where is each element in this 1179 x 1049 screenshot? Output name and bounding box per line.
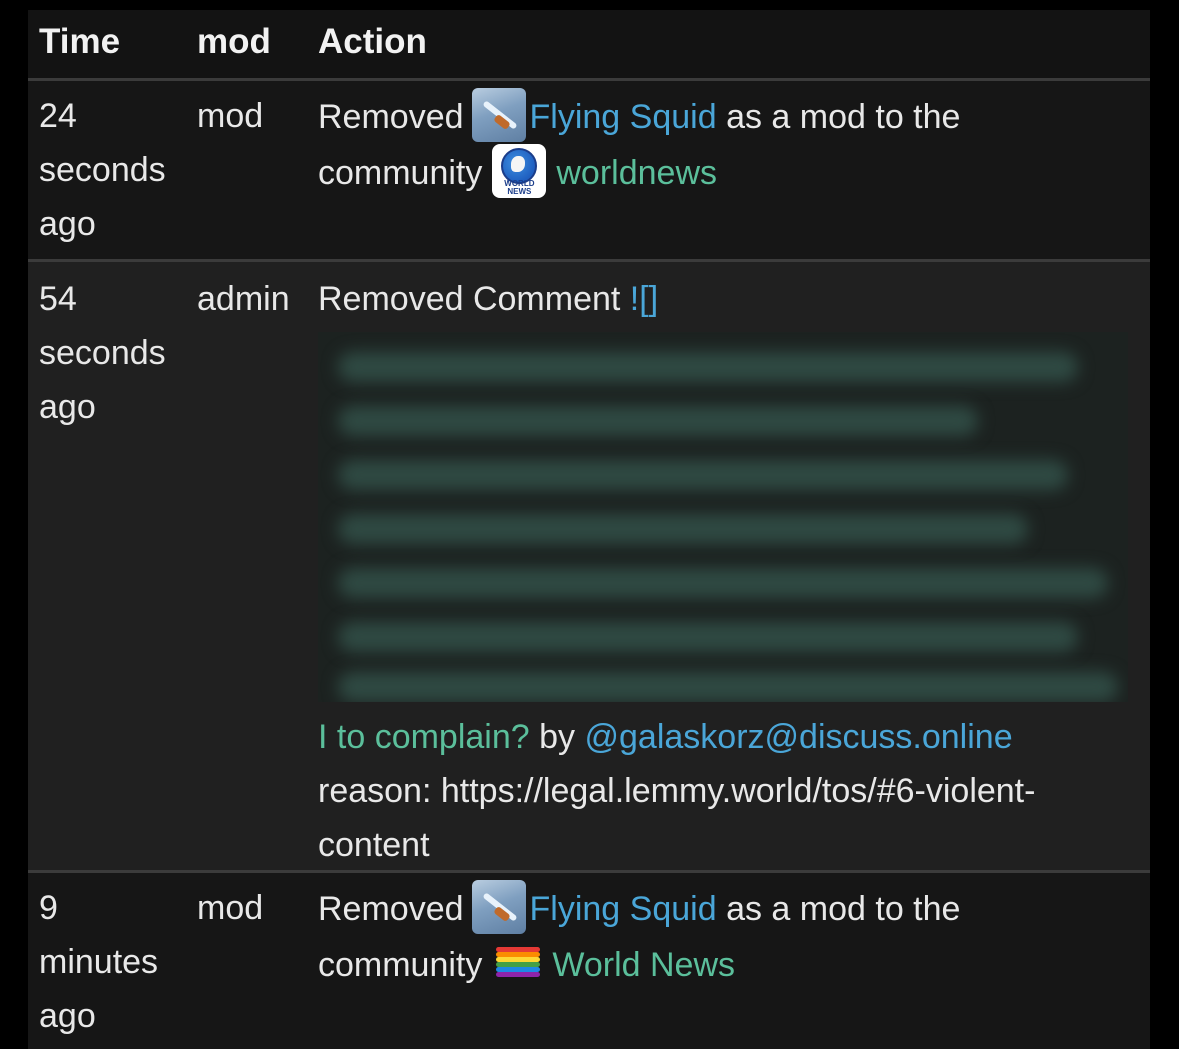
table-row: 24 seconds ago mod Removed Flying Squid a… xyxy=(28,81,1150,260)
time-suffix: ago xyxy=(39,388,96,426)
rainbow-world-news-icon[interactable] xyxy=(496,947,541,981)
time-suffix: ago xyxy=(39,205,96,243)
time-cell: 54 seconds ago xyxy=(39,272,189,434)
comment-link[interactable]: ![] xyxy=(630,280,658,318)
time-cell: 24 seconds ago xyxy=(39,89,189,251)
action-verb: Removed Comment xyxy=(318,280,621,318)
table-row: 9 minutes ago mod Removed Flying Squid as… xyxy=(28,873,1150,1049)
community-word: community xyxy=(318,946,483,984)
community-word: community xyxy=(318,154,483,192)
mod-cell: admin xyxy=(197,280,290,318)
header-action[interactable]: Action xyxy=(318,22,427,62)
mod-cell: mod xyxy=(197,97,264,135)
modlog-table: Time mod Action 24 seconds ago mod Remov… xyxy=(28,10,1150,1049)
action-cell-title: Removed Comment ![] xyxy=(318,272,1138,326)
mod-cell: mod xyxy=(197,889,264,927)
action-cell: Removed Flying Squid as a mod to the comm… xyxy=(318,880,1138,993)
time-cell: 9 minutes ago xyxy=(39,881,189,1043)
action-cell: Removed Flying Squid as a mod to the comm… xyxy=(318,88,1138,201)
flying-squid-avatar-icon[interactable] xyxy=(471,880,526,935)
action-verb: Removed xyxy=(318,890,464,928)
time-unit: minutes xyxy=(39,943,159,981)
blurred-comment-content xyxy=(318,332,1128,702)
action-middle: as a mod to the xyxy=(726,98,961,136)
author-link[interactable]: @galaskorz@discuss.online xyxy=(585,718,1013,756)
flying-squid-avatar-icon[interactable] xyxy=(471,88,526,143)
user-link[interactable]: Flying Squid xyxy=(530,890,717,928)
reason-text-tail: content xyxy=(318,826,430,864)
time-suffix: ago xyxy=(39,997,96,1035)
header-time[interactable]: Time xyxy=(39,22,120,62)
action-details: I to complain? by @galaskorz@discuss.onl… xyxy=(318,710,1138,872)
worldnews-globe-icon[interactable]: WORLD NEWS xyxy=(492,144,547,199)
action-middle: as a mod to the xyxy=(726,890,961,928)
time-value: 24 xyxy=(39,97,77,135)
table-row: 54 seconds ago admin Removed Comment ![]… xyxy=(28,262,1150,870)
user-link[interactable]: Flying Squid xyxy=(530,98,717,136)
header-mod[interactable]: mod xyxy=(197,22,271,62)
table-header: Time mod Action xyxy=(28,10,1150,80)
time-value: 54 xyxy=(39,280,77,318)
community-link[interactable]: worldnews xyxy=(556,154,717,192)
time-unit: seconds xyxy=(39,334,166,372)
community-link[interactable]: World News xyxy=(552,946,735,984)
comment-excerpt[interactable]: I to complain? xyxy=(318,718,530,756)
action-verb: Removed xyxy=(318,98,464,136)
time-value: 9 xyxy=(39,889,58,927)
reason-text: reason: https://legal.lemmy.world/tos/#6… xyxy=(318,772,1036,810)
by-label: by xyxy=(539,718,576,756)
time-unit: seconds xyxy=(39,151,166,189)
